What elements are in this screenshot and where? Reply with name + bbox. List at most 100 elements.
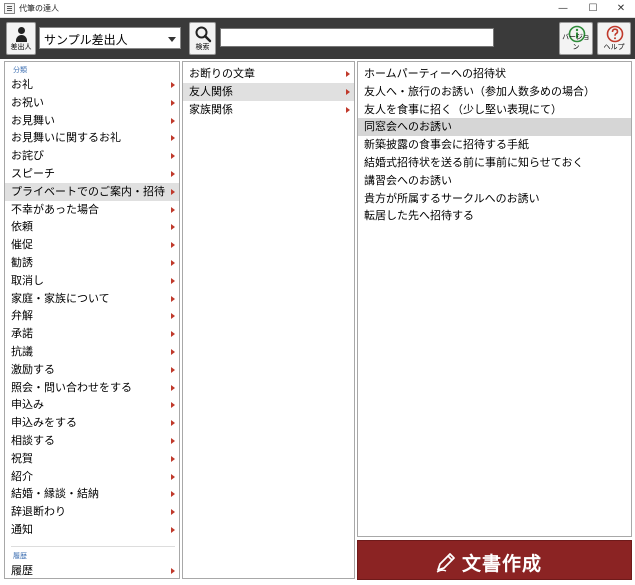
chevron-right-icon [171, 224, 175, 231]
chevron-right-icon [171, 402, 175, 409]
category-item-label: プライベートでのご案内・招待 [11, 184, 165, 198]
category-item-label: 取消し [11, 273, 44, 287]
letter-item[interactable]: 友人へ・旅行のお誘い（参加人数多めの場合） [358, 83, 631, 101]
category-item-label: 申込みをする [11, 416, 77, 430]
letter-item[interactable]: 転居した先へ招待する [358, 207, 631, 225]
category-item[interactable]: 勧誘 [5, 254, 179, 272]
chevron-right-icon [171, 99, 175, 106]
maximize-button[interactable]: ☐ [578, 0, 608, 18]
category-item[interactable]: 祝賀 [5, 450, 179, 468]
category-item-label: お祝い [11, 95, 44, 109]
category-item-label: 祝賀 [11, 451, 33, 465]
history-item-label: 履歴 [11, 564, 33, 577]
category-item[interactable]: お見舞い [5, 112, 179, 130]
category-item-label: 家庭・家族について [11, 291, 110, 305]
chevron-right-icon [171, 568, 175, 574]
chevron-right-icon [171, 170, 175, 177]
category-item-label: 勧誘 [11, 255, 33, 269]
chevron-right-icon [171, 509, 175, 516]
category-item-label: お見舞い [11, 113, 55, 127]
category-panel: 分類 お礼 お祝い お見舞い お見舞いに関するお礼 お詫び スピーチ プライベートでのご案内… [4, 61, 180, 579]
category-item[interactable]: プライベートでのご案内・招待 [5, 182, 179, 201]
chevron-right-icon [171, 491, 175, 498]
category-item[interactable]: 激励する [5, 361, 179, 379]
chevron-right-icon [346, 71, 350, 77]
category-item-label: スピーチ [11, 166, 55, 180]
close-button[interactable]: ✕ [606, 0, 635, 18]
category-item[interactable]: 弁解 [5, 307, 179, 325]
category-item[interactable]: 承諾 [5, 325, 179, 343]
sender-select[interactable]: サンプル差出人 [39, 27, 181, 49]
category-item[interactable]: 催促 [5, 236, 179, 254]
category-item[interactable]: お詫び [5, 147, 179, 165]
category-item[interactable]: 取消し [5, 272, 179, 290]
search-button[interactable]: 検索 [189, 22, 216, 55]
category-item[interactable]: 不幸があった場合 [5, 201, 179, 219]
app-icon [4, 3, 15, 14]
category-item-label: 弁解 [11, 309, 33, 323]
category-item-label: 依頼 [11, 220, 33, 234]
category-item[interactable]: 申込み [5, 396, 179, 414]
letter-item[interactable]: 貴方が所属するサークルへのお誘い [358, 190, 631, 208]
letter-item[interactable]: 結婚式招待状を送る前に事前に知らせておく [358, 154, 631, 172]
chevron-right-icon [171, 420, 175, 427]
category-item[interactable]: 申込みをする [5, 414, 179, 432]
category-item[interactable]: お祝い [5, 94, 179, 112]
category-item[interactable]: 抗議 [5, 343, 179, 361]
subcategory-item[interactable]: 家族関係 [183, 101, 354, 119]
chevron-right-icon [171, 259, 175, 266]
category-item-label: 抗議 [11, 344, 33, 358]
letter-item[interactable]: 講習会へのお誘い [358, 172, 631, 190]
chevron-right-icon [171, 277, 175, 284]
create-document-label: 文書作成 [462, 553, 543, 575]
help-button[interactable]: ヘルプ [597, 22, 631, 55]
subcategory-item-label: 家族関係 [189, 102, 233, 116]
minimize-button[interactable]: — [548, 0, 578, 18]
letter-item[interactable]: 友人を食事に招く（少し堅い表現にて） [358, 101, 631, 119]
chevron-right-icon [171, 242, 175, 249]
category-item-label: 相談する [11, 433, 55, 447]
divider [11, 546, 175, 547]
chevron-right-icon [171, 331, 175, 338]
chevron-right-icon [171, 473, 175, 480]
version-button[interactable]: バージョン [559, 22, 593, 55]
category-item[interactable]: お見舞いに関するお礼 [5, 129, 179, 147]
category-item-label: 紹介 [11, 469, 33, 483]
subcategory-item[interactable]: お断りの文章 [183, 65, 354, 83]
category-item[interactable]: 照会・問い合わせをする [5, 379, 179, 397]
category-item-label: 不幸があった場合 [11, 202, 99, 216]
chevron-right-icon [346, 88, 350, 95]
create-document-button[interactable]: 文書作成 [357, 540, 632, 580]
chevron-right-icon [171, 437, 175, 444]
category-item[interactable]: 依頼 [5, 218, 179, 236]
chevron-right-icon [171, 135, 175, 142]
letter-panel: ホームパーティーへの招待状 友人へ・旅行のお誘い（参加人数多めの場合） 友人を食事に… [357, 61, 632, 537]
subcategory-panel: お断りの文章 友人関係家族関係 [182, 61, 355, 579]
letter-item[interactable]: 新築披露の食事会に招待する手紙 [358, 136, 631, 154]
chevron-right-icon [171, 348, 175, 355]
sender-select-value: サンプル差出人 [44, 33, 128, 47]
letter-item[interactable]: 同窓会へのお誘い [358, 118, 631, 137]
toolbar: 差出人 サンプル差出人 検索 バージョン ヘルプ [0, 18, 635, 59]
category-item-label: 激励する [11, 362, 55, 376]
category-item[interactable]: スピーチ [5, 165, 179, 183]
category-item[interactable]: お礼 [5, 76, 179, 94]
category-item[interactable]: 結婚・縁談・結納 [5, 485, 179, 503]
category-item[interactable]: 通知 [5, 521, 179, 539]
history-section-label: 履歴 [13, 552, 27, 560]
sender-button[interactable]: 差出人 [6, 22, 36, 55]
subcategory-item-label: 友人関係 [189, 84, 233, 98]
category-item[interactable]: 紹介 [5, 468, 179, 486]
history-item[interactable]: 履歴 [5, 562, 179, 580]
category-item[interactable]: 家庭・家族について [5, 290, 179, 308]
chevron-down-icon [168, 37, 176, 42]
category-item[interactable]: 相談する [5, 432, 179, 450]
subcategory-item[interactable]: 友人関係 [183, 82, 354, 101]
category-item[interactable]: 辞退断わり [5, 503, 179, 521]
letter-item[interactable]: ホームパーティーへの招待状 [358, 65, 631, 83]
chevron-right-icon [171, 526, 175, 533]
category-item-label: 結婚・縁談・結納 [11, 487, 99, 501]
search-input[interactable] [220, 28, 494, 47]
category-item-label: 通知 [11, 522, 33, 536]
window-title: 代筆の達人 [19, 4, 59, 13]
